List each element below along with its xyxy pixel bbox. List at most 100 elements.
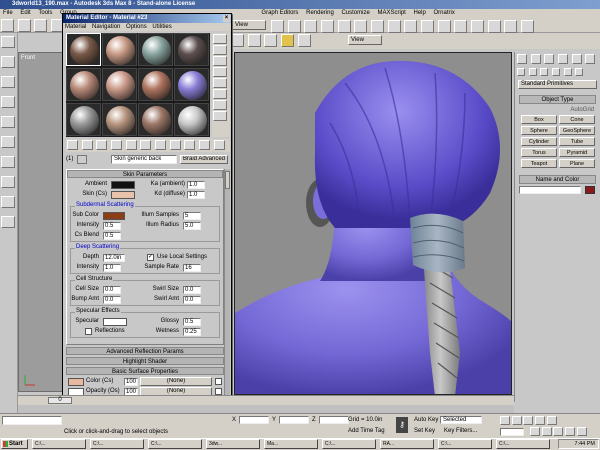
- make-unique-icon[interactable]: [125, 140, 137, 150]
- maxscript-listener[interactable]: [2, 416, 62, 425]
- z-coord-input[interactable]: [319, 416, 349, 424]
- spinner-snap-icon[interactable]: [281, 34, 295, 47]
- x-coord-input[interactable]: [239, 416, 269, 424]
- name-color-rollout[interactable]: Name and Color: [519, 175, 596, 184]
- mat-menu-options[interactable]: Options: [126, 24, 147, 30]
- assign-material-icon[interactable]: [96, 140, 108, 150]
- tool-strip-icon-3[interactable]: [1, 76, 15, 88]
- sample-slot[interactable]: [102, 68, 137, 101]
- make-preview-icon[interactable]: [213, 89, 227, 99]
- material-effects-icon[interactable]: [155, 140, 167, 150]
- tool-strip-icon-9[interactable]: [1, 196, 15, 208]
- taskbar-item[interactable]: Ma...: [264, 439, 318, 449]
- lights-icon[interactable]: [540, 68, 549, 76]
- mat-menu-utilities[interactable]: Utilities: [152, 24, 171, 30]
- angle-snap-icon[interactable]: [247, 34, 261, 47]
- sample-type-icon[interactable]: [213, 34, 227, 44]
- add-time-tag-button[interactable]: Add Time Tag: [348, 428, 385, 434]
- menu-file[interactable]: File: [3, 10, 13, 16]
- zoom-icon[interactable]: [530, 427, 540, 436]
- taskbar-item[interactable]: C:\...: [32, 439, 86, 449]
- material-name-input[interactable]: Skin generic back: [111, 155, 177, 164]
- track-bar[interactable]: [18, 405, 514, 413]
- skin-color-swatch[interactable]: [111, 191, 135, 199]
- go-to-end-icon[interactable]: [546, 416, 557, 425]
- previous-frame-icon[interactable]: [511, 416, 522, 425]
- material-type-button[interactable]: Braid Advanced: [180, 155, 228, 164]
- bump-amt-input[interactable]: 0.0: [103, 296, 121, 304]
- menu-customize[interactable]: Customize: [341, 10, 369, 16]
- uv-tiling-icon[interactable]: [213, 67, 227, 77]
- advanced-reflection-rollout[interactable]: Advanced Reflection Params: [66, 347, 224, 355]
- zoom-all-icon[interactable]: [541, 427, 552, 436]
- get-material-icon[interactable]: [67, 140, 78, 150]
- auto-key-button[interactable]: Auto Key: [414, 417, 438, 423]
- put-to-library-icon[interactable]: [140, 140, 152, 150]
- view-dropdown[interactable]: View: [232, 20, 266, 30]
- redo-icon[interactable]: [17, 19, 31, 32]
- layer-icon[interactable]: [371, 20, 385, 33]
- ambient-color-swatch[interactable]: [111, 181, 135, 189]
- rotate-icon[interactable]: [304, 20, 318, 33]
- sphere-button[interactable]: Sphere: [521, 126, 557, 135]
- curve-editor-icon[interactable]: [387, 20, 401, 33]
- modify-tab-icon[interactable]: [530, 54, 541, 64]
- cone-button[interactable]: Cone: [559, 115, 595, 124]
- selected-dropdown[interactable]: Selected: [440, 416, 482, 424]
- next-frame-icon[interactable]: [535, 416, 546, 425]
- background-icon[interactable]: [213, 56, 227, 66]
- sample-slot[interactable]: [174, 33, 209, 66]
- material-selector[interactable]: (1): [66, 156, 73, 162]
- sample-slot[interactable]: [102, 33, 137, 66]
- hair-icon[interactable]: [521, 20, 535, 33]
- map-enable-checkbox[interactable]: [215, 388, 222, 395]
- tube-button[interactable]: Tube: [559, 137, 595, 146]
- key-icon[interactable]: ⚷: [396, 417, 408, 433]
- basic-surface-rollout[interactable]: Basic Surface Properties: [66, 367, 224, 375]
- taskbar-item[interactable]: C:\...: [438, 439, 492, 449]
- render-setup-icon[interactable]: [437, 20, 451, 33]
- sample-slot[interactable]: [66, 33, 101, 66]
- map-amount-input[interactable]: 100: [124, 378, 138, 386]
- key-filters-button[interactable]: Key Filters...: [444, 428, 477, 434]
- use-local-checkbox[interactable]: ✓: [147, 254, 154, 261]
- teapot-button[interactable]: Teapot: [521, 159, 557, 168]
- set-key-button[interactable]: Set Key: [414, 428, 435, 434]
- tool-strip-icon-8[interactable]: [1, 176, 15, 188]
- highlight-shader-rollout[interactable]: Highlight Shader: [66, 357, 224, 365]
- maximize-viewport-icon[interactable]: [576, 427, 587, 436]
- geosphere-button[interactable]: GeoSphere: [559, 126, 595, 135]
- torus-button[interactable]: Torus: [521, 148, 557, 157]
- sample-slot[interactable]: [138, 33, 173, 66]
- show-map-icon[interactable]: [169, 140, 181, 150]
- menu-tools[interactable]: Tools: [38, 10, 52, 16]
- go-to-start-icon[interactable]: [500, 416, 510, 425]
- taskbar-item[interactable]: C:\...: [90, 439, 144, 449]
- schematic-icon[interactable]: [404, 20, 418, 33]
- swirl-amt-input[interactable]: 0.0: [183, 296, 201, 304]
- select-by-material-icon[interactable]: [213, 111, 227, 121]
- object-name-input[interactable]: [519, 186, 581, 194]
- cylinder-button[interactable]: Cylinder: [521, 137, 557, 146]
- cs-blend-input[interactable]: 0.5: [103, 232, 121, 240]
- tool-strip-icon-1[interactable]: [1, 36, 15, 48]
- taskbar-item[interactable]: C:\...: [148, 439, 202, 449]
- plane-button[interactable]: Plane: [559, 159, 595, 168]
- map-enable-checkbox[interactable]: [215, 378, 222, 385]
- percent-snap-icon[interactable]: [264, 34, 278, 47]
- helpers-icon[interactable]: [563, 68, 572, 76]
- taskbar-item[interactable]: C:\...: [496, 439, 550, 449]
- frame-input[interactable]: [500, 428, 524, 436]
- material-scrollbar[interactable]: [224, 169, 230, 419]
- video-check-icon[interactable]: [213, 78, 227, 88]
- create-tab-icon[interactable]: [517, 54, 527, 64]
- wetness-input[interactable]: 0.25: [183, 328, 201, 336]
- autogrid-checkbox[interactable]: AutoGrid: [515, 106, 600, 114]
- play-icon[interactable]: [523, 416, 534, 425]
- sample-rate-input[interactable]: 16: [183, 264, 201, 272]
- shapes-icon[interactable]: [528, 68, 537, 76]
- taskbar-item[interactable]: RA...: [380, 439, 434, 449]
- illum-radius-input[interactable]: 5.0: [183, 222, 201, 230]
- time-slider-thumb[interactable]: 0: [48, 397, 72, 404]
- snap-icon[interactable]: [231, 34, 244, 47]
